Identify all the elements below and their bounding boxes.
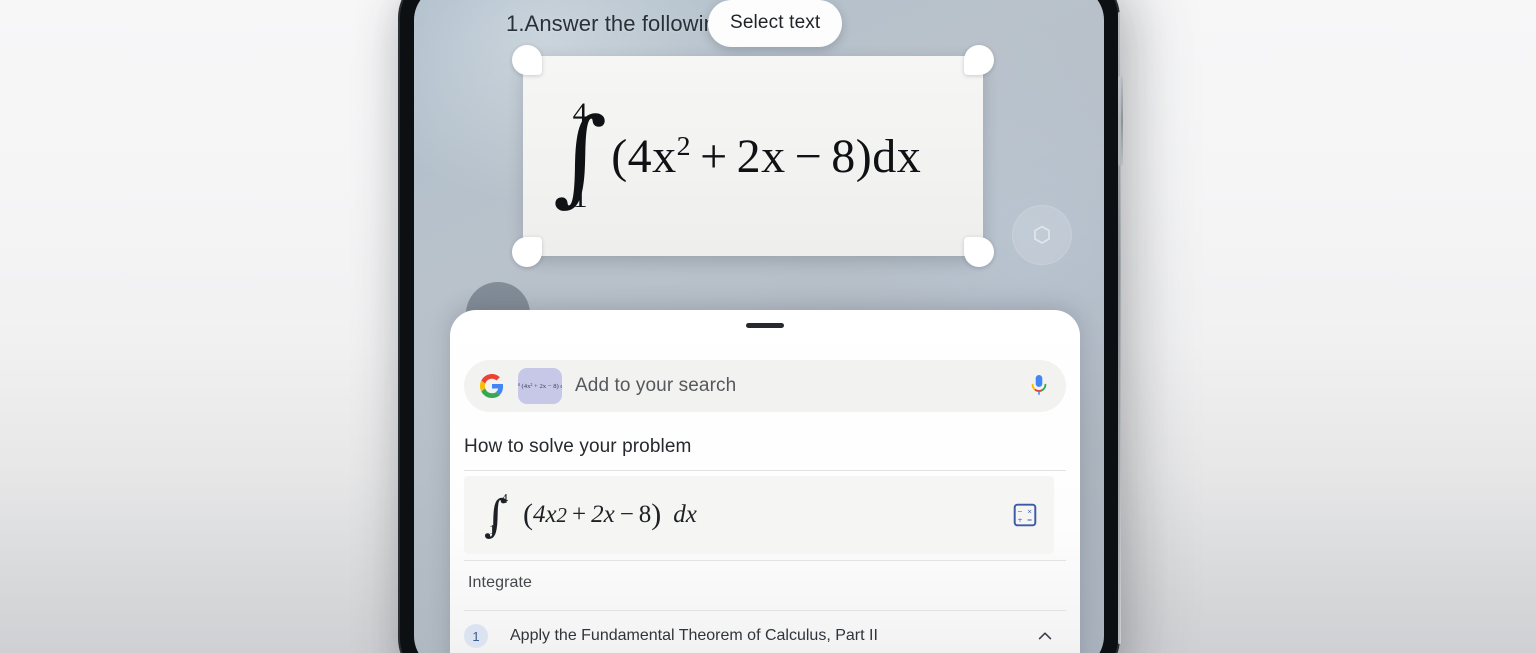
problem-close-paren: ) <box>651 498 662 531</box>
term-1-exponent: 2 <box>676 130 692 162</box>
open-paren: ( <box>611 129 628 183</box>
query-image-chip[interactable]: ∫₁⁴ (4x² + 2x − 8) dx <box>518 368 562 404</box>
term-2: 2x <box>736 129 786 183</box>
integral-lower-limit: 1 <box>572 181 588 215</box>
term-1: 4x <box>627 129 677 183</box>
step-number-badge: 1 <box>464 624 488 648</box>
select-text-button[interactable]: Select text <box>708 0 843 47</box>
problem-upper-limit: 4 <box>501 492 508 507</box>
results-bottom-sheet: ∫₁⁴ (4x² + 2x − 8) dx Add to your search… <box>450 310 1080 653</box>
calculator-icon[interactable]: − × + = <box>1012 502 1038 528</box>
problem-term-1: 4x <box>532 501 557 528</box>
operator-1: + <box>700 129 728 183</box>
problem-operator-1: + <box>571 501 587 528</box>
prompt-text: 1.Answer the following <box>506 11 729 36</box>
problem-term-1-exponent: 2 <box>556 502 567 527</box>
integral-with-limits: 4 ∫ 1 <box>553 98 607 215</box>
problem-statement-card: ∫ 4 1 (4x 2 +2x −8) dx − × + = <box>464 476 1054 554</box>
query-chip-equation: ∫₁⁴ (4x² + 2x − 8) dx <box>518 382 562 390</box>
step-title: Apply the Fundamental Theorem of Calculu… <box>510 627 878 644</box>
refresh-hexagon-icon[interactable] <box>1012 205 1072 265</box>
google-g-icon <box>480 374 504 398</box>
phone-screen: 1.Answer the following Select text 4 ∫ 1… <box>414 0 1104 653</box>
search-bar[interactable]: ∫₁⁴ (4x² + 2x − 8) dx Add to your search <box>464 360 1066 412</box>
svg-text:=: = <box>1027 516 1032 524</box>
problem-integral: ∫ 4 1 <box>484 492 508 539</box>
equation-display: 4 ∫ 1 (4x2 +2x −8)dx <box>553 64 971 248</box>
microphone-icon[interactable] <box>1028 373 1050 399</box>
problem-open-paren: ( <box>522 498 533 531</box>
term-3: 8 <box>831 129 856 183</box>
problem-lower-limit: 1 <box>489 523 496 538</box>
selection-handle-top-left[interactable] <box>512 45 542 75</box>
problem-operator-2: − <box>619 501 634 528</box>
divider <box>464 470 1066 471</box>
selected-equation-card[interactable]: 4 ∫ 1 (4x2 +2x −8)dx <box>512 45 994 267</box>
differential: dx <box>872 129 922 183</box>
divider <box>464 560 1066 561</box>
operator-2: − <box>794 129 823 183</box>
power-button[interactable] <box>1118 76 1123 166</box>
problem-equation: ∫ 4 1 (4x 2 +2x −8) dx <box>484 492 1012 539</box>
chevron-up-icon[interactable] <box>1036 627 1054 645</box>
svg-text:−: − <box>1017 507 1022 515</box>
problem-term-3: 8 <box>638 501 652 528</box>
results-title: How to solve your problem <box>464 436 692 457</box>
svg-text:+: + <box>1017 516 1022 524</box>
integrand-expression: (4x2 +2x −8)dx <box>611 129 921 184</box>
selection-handle-bottom-left[interactable] <box>512 237 542 267</box>
search-input[interactable]: Add to your search <box>575 375 1028 397</box>
svg-text:×: × <box>1027 507 1032 515</box>
prompt-row: 1.Answer the following Select text <box>414 0 1104 52</box>
step-row[interactable]: 1 Apply the Fundamental Theorem of Calcu… <box>464 616 1054 653</box>
close-paren: ) <box>855 129 873 183</box>
phone-device: 1.Answer the following Select text 4 ∫ 1… <box>400 0 1123 653</box>
divider <box>464 610 1066 611</box>
screen-edge-strip <box>1080 0 1104 653</box>
screenshot-stage: 1.Answer the following Select text 4 ∫ 1… <box>0 0 1536 653</box>
sheet-drag-handle[interactable] <box>746 323 784 328</box>
problem-term-2: 2x <box>591 501 615 528</box>
section-label-integrate: Integrate <box>468 574 533 591</box>
problem-differential: dx <box>673 501 697 528</box>
